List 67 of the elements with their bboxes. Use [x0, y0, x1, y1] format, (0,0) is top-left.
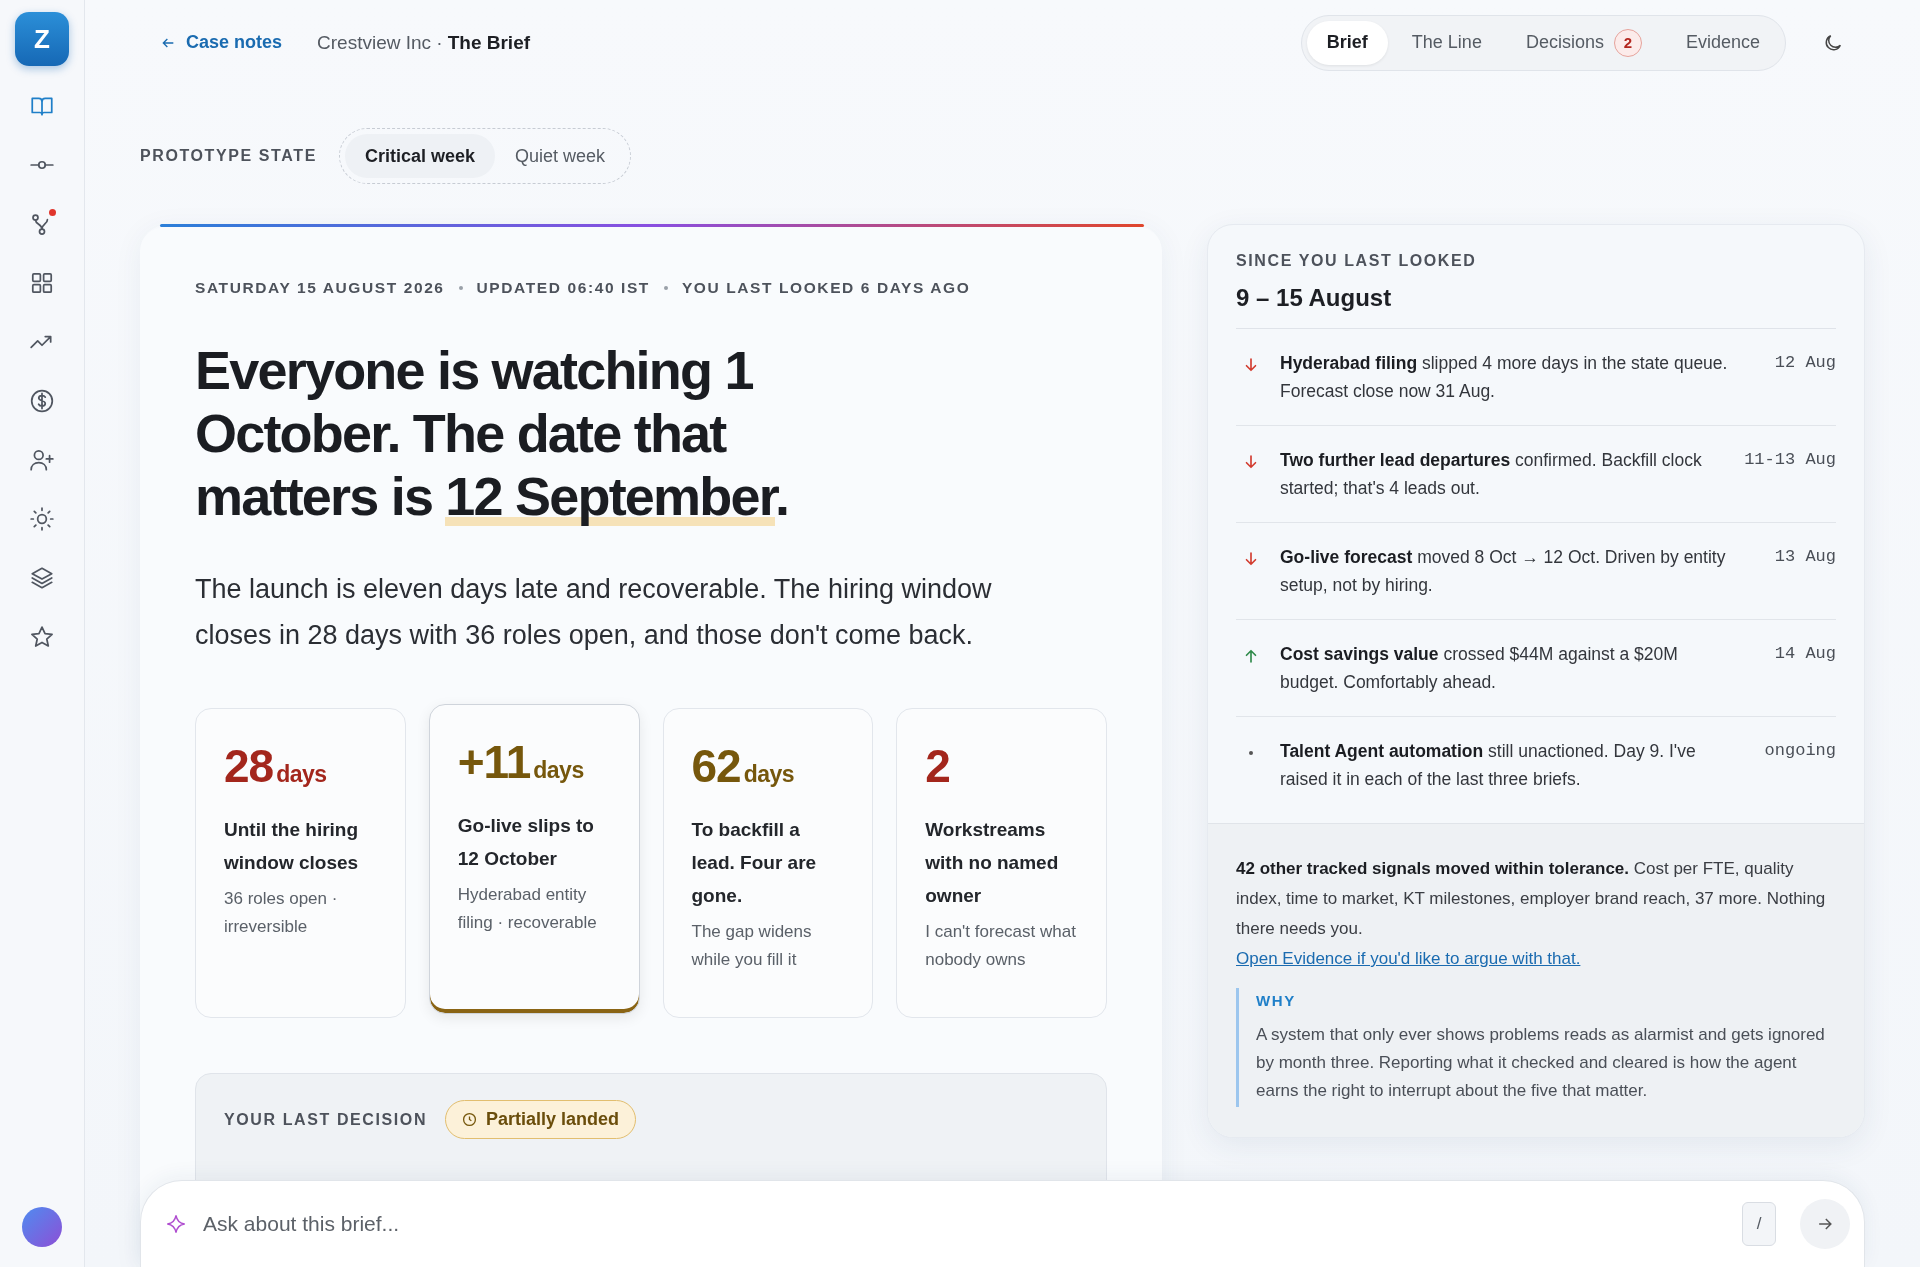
tolerance-text: 42 other tracked signals moved within tolerance. Cost per FTE, quality index, time to market, KT milestones, employer brand reach, 37 more. Nothing there needs you.: [1236, 858, 1827, 940]
change-date: ongoing: [1764, 740, 1836, 762]
change-date: 12 Aug: [1774, 352, 1836, 374]
stat-title: Go-live slips to 12 October: [457, 814, 595, 871]
why-text: A system that only ever shows problems reads as alarmist and gets ignored by month three. Reporting what it checked and cleared is how the agent earns the right to interrupt about the five that matter.: [1256, 1024, 1826, 1102]
stat-card[interactable]: 28days Until the hiring window closes 36 roles open · irreversible: [195, 708, 406, 1018]
dot-icon: [1249, 751, 1253, 755]
change-text: Hyderabad filing slipped 4 more days in the state queue. Forecast close now 31 Aug.: [1280, 352, 1729, 403]
status-badge: Partially landed: [445, 1100, 637, 1139]
tab[interactable]: Evidence: [1665, 20, 1780, 65]
grid-icon: [29, 270, 55, 296]
evidence-link[interactable]: Open Evidence if you'd like to argue with that.: [1236, 949, 1581, 968]
meta-text: YOU LAST LOOKED 6 DAYS AGO: [681, 279, 971, 297]
prototype-state-label: PROTOTYPE STATE: [140, 147, 317, 165]
decision-label: YOUR LAST DECISION: [224, 1110, 428, 1129]
back-link[interactable]: Case notes: [160, 32, 283, 53]
change-date: 11-13 Aug: [1744, 449, 1836, 471]
stat-note: 36 roles open · irreversible: [224, 888, 339, 938]
change-text: Two further lead departures confirmed. Backfill clock started; that's 4 leads out.: [1280, 449, 1703, 500]
change-date: 13 Aug: [1774, 546, 1836, 568]
stat-value: +11days: [457, 735, 585, 789]
date-range: 9 – 15 August: [1236, 284, 1836, 329]
separator-dot: [663, 286, 668, 290]
change-text: Talent Agent automation still unactioned. Day 9. I've raised it in each of the last three briefs.: [1280, 740, 1697, 791]
breadcrumb-page: The Brief: [447, 31, 531, 53]
ask-input-field[interactable]: Ask about this brief...: [201, 1211, 1728, 1237]
stat-value: 2: [925, 739, 951, 793]
tab[interactable]: Brief: [1306, 20, 1388, 65]
sun-icon: [29, 506, 55, 532]
stat-title: Workstreams with no named owner: [925, 818, 1060, 908]
sparkle-icon: [165, 1213, 187, 1235]
stat-note: The gap widens while you fill it: [691, 921, 813, 971]
stat-card[interactable]: +11days Go-live slips to 12 October Hyderabad entity filing · recoverable: [428, 704, 640, 1014]
alert-dot: [49, 209, 56, 216]
meta-text: SATURDAY 15 AUGUST 2026: [195, 279, 445, 297]
stat-value: 62days: [691, 739, 796, 793]
avatar[interactable]: [22, 1207, 62, 1247]
summary-text: The launch is eleven days late and recoverable. The hiring window closes in 28 days with 36 roles open, and those don't come back.: [195, 573, 993, 652]
meta-text: UPDATED 06:40 IST: [476, 279, 650, 297]
add-user-icon: [29, 447, 55, 473]
state-option[interactable]: Critical week: [344, 134, 495, 178]
headline: Everyone is watching 1 October. The date that matters is 12 September.: [195, 339, 790, 528]
why-label: WHY: [1256, 992, 1297, 1009]
star-icon: [29, 624, 55, 650]
tab[interactable]: Decisions 2: [1505, 20, 1662, 65]
shortcut-key: /: [1742, 1202, 1776, 1246]
breadcrumb-org: Crestview Inc ·: [317, 31, 443, 53]
clock-icon: [462, 1112, 478, 1127]
count-badge: 2: [1613, 28, 1642, 57]
change-date: 14 Aug: [1774, 643, 1836, 665]
stat-note: I can't forecast what nobody owns: [925, 921, 1077, 971]
tab[interactable]: The Line: [1391, 20, 1502, 65]
ask-field[interactable]: Ask about this brief... /: [140, 1180, 1865, 1267]
stat-value: 28days: [224, 739, 328, 793]
change-text: Go-live forecast moved 8 Oct → 12 Oct. Driven by entity setup, not by hiring.: [1280, 546, 1727, 597]
stat-card[interactable]: 62days To backfill a lead. Four are gone. The gap widens while you fill it: [662, 708, 874, 1018]
stat-title: To backfill a lead. Four are gone.: [691, 818, 818, 908]
dollar-icon: [29, 388, 55, 414]
stat-title: Until the hiring window closes: [224, 818, 360, 875]
panel-label: SINCE YOU LAST LOOKED: [1236, 252, 1478, 270]
stat-card[interactable]: 2 Workstreams with no named owner I can't forecast what nobody owns: [896, 708, 1107, 1018]
state-option[interactable]: Quiet week: [494, 134, 625, 178]
change-text: Cost savings value crossed $44M against a $20M budget. Comfortably ahead.: [1280, 643, 1679, 694]
separator-dot: [458, 286, 463, 290]
stat-note: Hyderabad entity filing · recoverable: [457, 884, 598, 934]
app-logo[interactable]: Z: [15, 12, 69, 66]
layers-icon: [29, 565, 55, 591]
